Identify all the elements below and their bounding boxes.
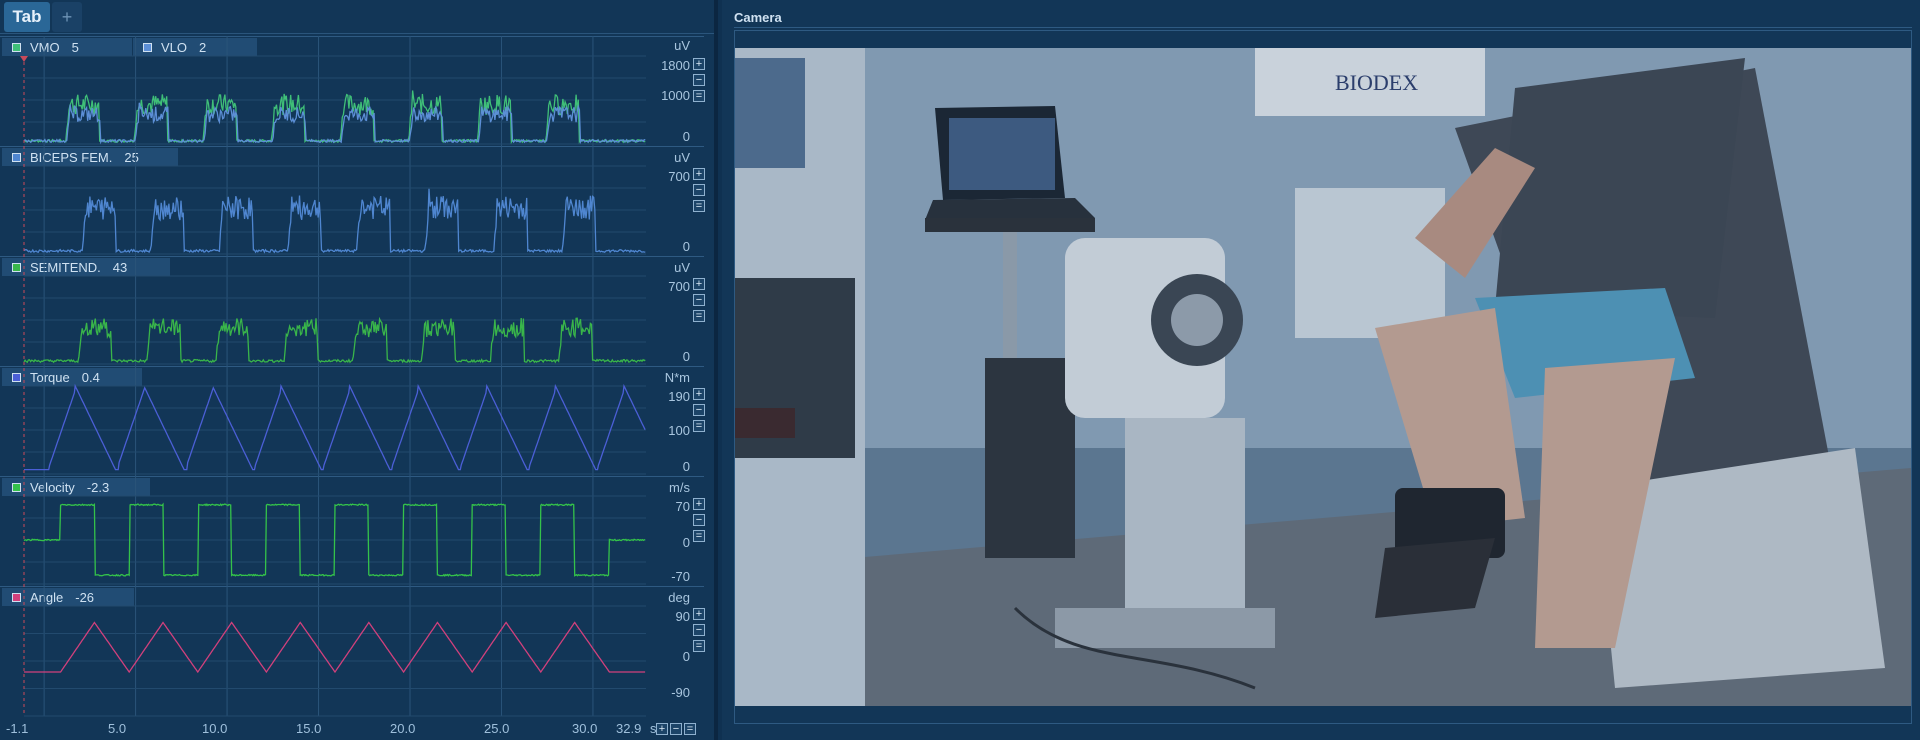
camera-scene-image: BIODEX [735,48,1911,706]
torque-trace [24,383,646,471]
unit-label: uV [674,260,690,275]
zoom-in-button[interactable]: + [693,58,705,70]
zoom-in-button[interactable]: + [693,498,705,510]
time-zoom-out-button[interactable]: − [670,723,682,735]
biceps-fem-trace [23,188,646,254]
zoom-in-button[interactable]: + [693,278,705,290]
camera-title: Camera [734,10,1912,28]
zoom-out-button[interactable]: − [693,184,705,196]
zoom-in-button[interactable]: + [693,168,705,180]
x-tick-label: 10.0 [202,721,228,736]
poster-brand-text: BIODEX [1335,70,1418,95]
fit-button[interactable]: = [693,200,705,212]
unit-label: uV [674,38,690,53]
zoom-out-button[interactable]: − [693,404,705,416]
fit-button[interactable]: = [693,310,705,322]
time-axis: -1.1 5.0 10.0 15.0 20.0 25.0 30.0 32.9 s… [0,718,704,740]
plot-grid [24,36,646,717]
x-tick-label: 25.0 [484,721,510,736]
unit-label: m/s [669,480,690,495]
time-fit-button[interactable]: = [684,723,696,735]
x-end-label: 32.9 [616,721,642,736]
zoom-out-button[interactable]: − [693,74,705,86]
signal-plot-area[interactable] [0,0,650,718]
zoom-out-button[interactable]: − [693,294,705,306]
fit-button[interactable]: = [693,90,705,102]
zoom-out-button[interactable]: − [693,624,705,636]
fit-button[interactable]: = [693,640,705,652]
semitend-trace [23,316,646,364]
camera-video-view[interactable]: BIODEX [735,48,1911,706]
x-tick-label: -1.1 [6,721,29,736]
signal-traces [23,90,646,674]
zoom-in-button[interactable]: + [693,608,705,620]
x-tick-label: 5.0 [108,721,127,736]
fit-button[interactable]: = [693,530,705,542]
unit-label: N*m [664,370,690,385]
angle-trace [24,621,646,674]
unit-label: deg [668,590,690,605]
zoom-in-button[interactable]: + [693,388,705,400]
time-zoom-in-button[interactable]: + [656,723,668,735]
signal-panel: Tab + VMO 5 VLO 2 BICEPS FEM. 25 SEMITEN… [0,0,714,740]
panel-splitter[interactable] [714,0,718,740]
zoom-out-button[interactable]: − [693,514,705,526]
x-tick-label: 30.0 [572,721,598,736]
x-tick-label: 15.0 [296,721,322,736]
x-tick-label: 20.0 [390,721,416,736]
fit-button[interactable]: = [693,420,705,432]
camera-panel: Camera BIODEX [722,0,1920,740]
unit-label: uV [674,150,690,165]
